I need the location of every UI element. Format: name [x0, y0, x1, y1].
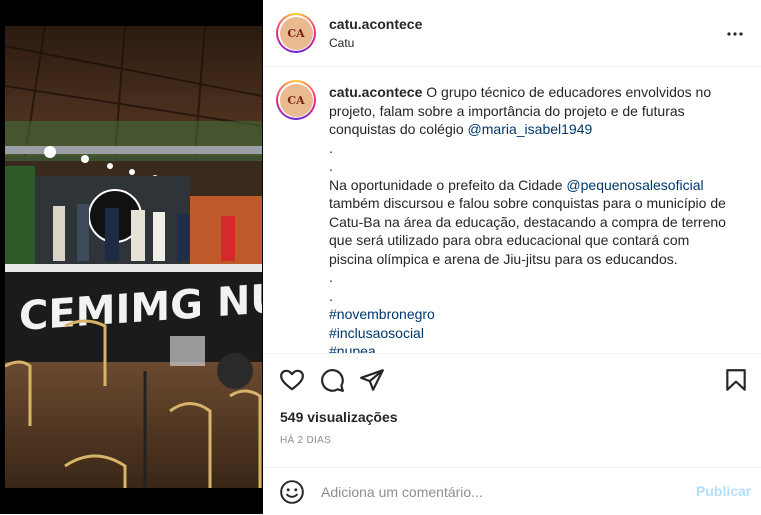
publish-button[interactable]: Publicar: [696, 483, 751, 499]
comment-input[interactable]: [319, 480, 683, 504]
caption-username[interactable]: catu.acontece: [329, 84, 422, 100]
avatar[interactable]: CA: [276, 13, 316, 53]
mention-link-maria[interactable]: @maria_isabel1949: [468, 121, 593, 137]
post-header: CA catu.acontece Catu: [263, 0, 761, 67]
location-link[interactable]: Catu: [329, 36, 354, 50]
bookmark-icon[interactable]: [723, 367, 749, 393]
post-side-panel: CA catu.acontece Catu CA catu.acontece O…: [263, 0, 761, 514]
comment-icon[interactable]: [319, 367, 345, 393]
caption-dot: .: [329, 287, 333, 304]
caption-paragraph-1: catu.acontece O grupo técnico de educado…: [329, 83, 729, 139]
mention-link-pequenosales[interactable]: @pequenosalesoficial: [566, 177, 703, 193]
caption-text-2b: também discursou e falou sobre conquista…: [329, 195, 726, 267]
avatar-logo: CA: [279, 16, 313, 50]
username-link[interactable]: catu.acontece: [329, 16, 422, 32]
caption-avatar[interactable]: CA: [276, 80, 316, 120]
share-icon[interactable]: [359, 367, 385, 393]
emoji-icon[interactable]: [279, 479, 305, 505]
hashtag-link[interactable]: #novembronegro: [329, 305, 729, 324]
caption-avatar-ring: CA: [278, 82, 314, 118]
post-media[interactable]: CEMIMG NUPE: [0, 0, 263, 514]
caption-area: CA catu.acontece O grupo técnico de educ…: [263, 67, 761, 353]
avatar-ring: CA: [278, 15, 314, 51]
caption-dot: .: [329, 269, 333, 285]
heart-icon[interactable]: [279, 367, 305, 393]
more-options-icon[interactable]: [723, 22, 747, 46]
hashtag-link[interactable]: #nupea: [329, 342, 729, 353]
hashtag-link[interactable]: #inclusaosocial: [329, 324, 729, 343]
post-date[interactable]: HÁ 2 DIAS: [280, 435, 331, 446]
comment-bar: Publicar: [263, 467, 761, 515]
caption-dot: .: [329, 139, 333, 156]
views-count[interactable]: 549 visualizações: [280, 409, 398, 425]
caption-dot: .: [329, 158, 333, 174]
stage-scene-image: CEMIMG NUPE: [5, 26, 262, 488]
caption-text-2a: Na oportunidade o prefeito da Cidade: [329, 176, 567, 193]
caption-paragraph-2: Na oportunidade o prefeito da Cidade @pe…: [329, 176, 729, 269]
post-caption: catu.acontece O grupo técnico de educado…: [329, 83, 729, 353]
post-photo[interactable]: CEMIMG NUPE: [5, 26, 262, 488]
caption-avatar-logo: CA: [279, 83, 313, 117]
